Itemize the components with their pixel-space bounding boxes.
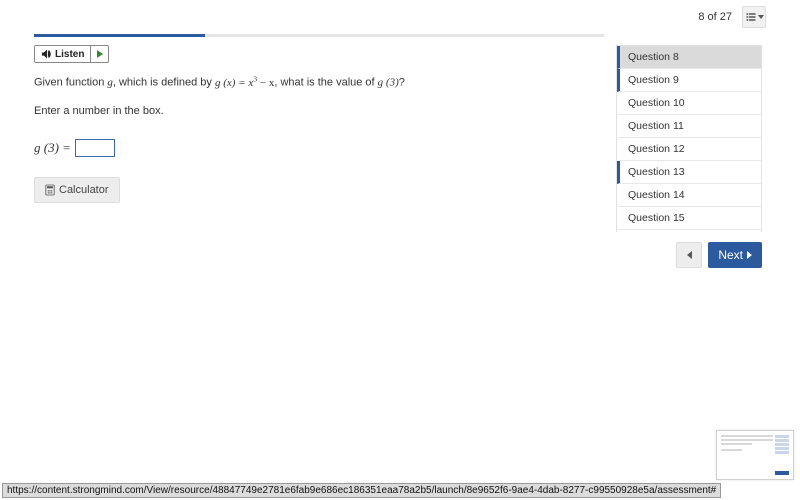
listen-button[interactable]: Listen: [35, 46, 90, 62]
progress-indicator: 8 of 27: [698, 11, 732, 23]
chevron-right-icon: [747, 251, 752, 259]
calculator-button[interactable]: Calculator: [34, 177, 120, 203]
question-panel: Listen Given function g, which is define…: [34, 34, 604, 268]
question-text: Given function g, which is defined by g …: [34, 73, 604, 91]
speaker-icon: [41, 49, 51, 59]
chevron-left-icon: [687, 251, 692, 259]
status-bar-url: https://content.strongmind.com/View/reso…: [2, 483, 721, 498]
question-nav-item[interactable]: Question 14: [617, 184, 761, 207]
question-nav-item[interactable]: Question 9: [617, 69, 761, 92]
question-list[interactable]: Question 8Question 9Question 10Question …: [616, 45, 762, 232]
previous-button[interactable]: [676, 242, 702, 268]
question-nav-item[interactable]: Question 15: [617, 207, 761, 230]
question-nav-item[interactable]: Question 10: [617, 92, 761, 115]
listen-control[interactable]: Listen: [34, 45, 109, 63]
answer-input[interactable]: [75, 139, 115, 157]
page-thumbnail[interactable]: [716, 430, 794, 480]
question-list-toggle[interactable]: [742, 6, 766, 28]
next-label: Next: [718, 248, 743, 262]
caret-down-icon: [758, 15, 764, 19]
question-nav-item[interactable]: Question 13: [617, 161, 761, 184]
answer-area: g (3) =: [34, 139, 604, 157]
question-nav-item[interactable]: Question 8: [617, 46, 761, 69]
progress-bar: [34, 34, 604, 37]
play-icon: [97, 50, 103, 58]
listen-label: Listen: [55, 49, 84, 60]
question-nav-item[interactable]: Question 11: [617, 115, 761, 138]
list-icon: [745, 11, 757, 23]
calculator-icon: [45, 184, 55, 196]
question-nav-item[interactable]: Question 16: [617, 230, 761, 232]
answer-label: g (3) =: [34, 140, 71, 156]
next-button[interactable]: Next: [708, 242, 762, 268]
question-hint: Enter a number in the box.: [34, 105, 604, 117]
listen-play-button[interactable]: [90, 46, 108, 62]
question-nav-item[interactable]: Question 12: [617, 138, 761, 161]
calculator-label: Calculator: [59, 184, 109, 196]
